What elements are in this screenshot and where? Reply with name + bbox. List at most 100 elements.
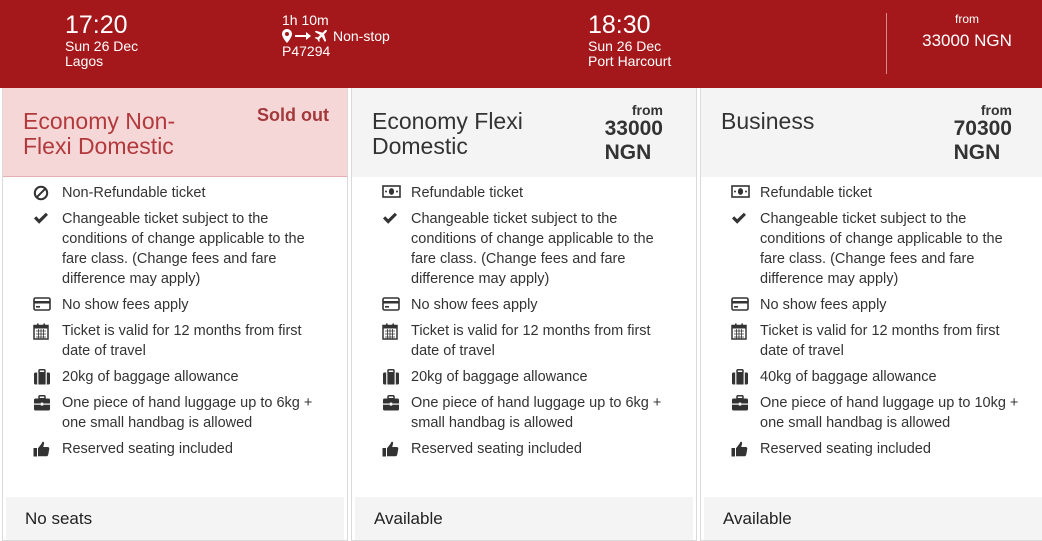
fare-features: Non-Refundable ticket Changeable ticket … [3,183,347,465]
feature-item: Changeable ticket subject to the conditi… [3,209,347,289]
flight-number: P47294 [282,43,331,59]
availability-bar[interactable]: Available [355,497,693,540]
price-currency: NGN [953,141,1001,164]
stops-label: Non-stop [333,28,390,44]
feature-item: 20kg of baggage allowance [3,367,347,387]
feature-text: Reserved seating included [62,441,233,457]
departure-time: 17:20 [65,11,128,39]
route-indicator: Non-stop [282,28,390,44]
feature-text: Ticket is valid for 12 months from first… [760,323,1000,359]
feature-text: Ticket is valid for 12 months from first… [62,323,302,359]
credit-card-icon [33,297,51,314]
fare-name: Business [721,108,815,134]
check-icon [33,211,51,228]
suitcase-icon [731,369,749,386]
feature-text: One piece of hand luggage up to 6kg + on… [62,395,313,431]
feature-item: One piece of hand luggage up to 6kg + sm… [352,393,696,433]
feature-item: Ticket is valid for 12 months from first… [352,321,696,361]
feature-text: Ticket is valid for 12 months from first… [411,323,651,359]
feature-item: No show fees apply [352,295,696,315]
price-from-label: from [980,102,1012,118]
money-icon [731,185,750,202]
availability-status: No seats [25,509,93,528]
feature-item: Refundable ticket [352,183,696,203]
feature-text: Refundable ticket [760,185,873,201]
check-icon [382,211,400,228]
arrival-time: 18:30 [588,11,651,39]
feature-item: One piece of hand luggage up to 10kg + o… [701,393,1042,433]
feature-item: One piece of hand luggage up to 6kg + on… [3,393,347,433]
feature-text: Changeable ticket subject to the conditi… [760,211,1003,287]
thumbs-up-icon [33,441,51,458]
feature-item: 20kg of baggage allowance [352,367,696,387]
suitcase-icon [382,369,400,386]
availability-bar: No seats [6,497,344,540]
lowest-price: 33000 NGN [922,31,1012,50]
feature-item: No show fees apply [701,295,1042,315]
calendar-icon [33,323,51,340]
departure-city: Lagos [65,53,104,69]
fare-price: from 33000 NGN [605,103,663,165]
price-amount: 70300 [953,117,1012,140]
feature-text: Reserved seating included [411,441,582,457]
thumbs-up-icon [382,441,400,458]
feature-item: Non-Refundable ticket [3,183,347,203]
feature-item: Reserved seating included [352,439,696,459]
flight-duration: 1h 10m [282,12,329,28]
feature-text: Refundable ticket [411,185,524,201]
availability-bar[interactable]: Available [704,497,1042,540]
check-icon [731,211,749,228]
feature-text: One piece of hand luggage up to 10kg + o… [760,395,1019,431]
ban-icon [33,185,51,202]
availability-status: Available [374,509,443,528]
feature-item: Ticket is valid for 12 months from first… [3,321,347,361]
arrival-date: Sun 26 Dec [588,38,662,54]
fare-option-economy-flexi[interactable]: Economy Flexi Domestic from 33000 NGN Re… [351,88,697,541]
money-icon [382,185,401,202]
feature-text: 40kg of baggage allowance [760,369,937,385]
fare-header: Economy Non-Flexi Domestic Sold out [3,88,347,177]
feature-item: Reserved seating included [701,439,1042,459]
price-currency: NGN [604,141,652,164]
price-from-label: from [631,102,663,118]
departure-date: Sun 26 Dec [65,38,139,54]
fare-header: Business from 70300 NGN [701,88,1042,177]
feature-text: Reserved seating included [760,441,931,457]
feature-text: No show fees apply [411,297,538,313]
feature-item: Refundable ticket [701,183,1042,203]
lowest-price-from-label: from [955,12,979,26]
fare-features: Refundable ticket Changeable ticket subj… [352,183,696,465]
feature-text: 20kg of baggage allowance [411,369,588,385]
calendar-icon [731,323,749,340]
fare-option-business[interactable]: Business from 70300 NGN Refundable ticke… [700,88,1042,541]
briefcase-icon [731,395,749,412]
feature-item: Changeable ticket subject to the conditi… [352,209,696,289]
feature-item: 40kg of baggage allowance [701,367,1042,387]
price-amount: 33000 [604,117,663,140]
feature-item: No show fees apply [3,295,347,315]
fare-price: from 70300 NGN [954,103,1012,165]
feature-text: Non-Refundable ticket [62,185,206,201]
header-divider [886,13,887,74]
credit-card-icon [731,297,749,314]
briefcase-icon [33,395,51,412]
thumbs-up-icon [731,441,749,458]
feature-text: 20kg of baggage allowance [62,369,239,385]
calendar-icon [382,323,400,340]
feature-item: Changeable ticket subject to the conditi… [701,209,1042,289]
fare-name: Economy Non-Flexi Domestic [23,108,176,159]
suitcase-icon [33,369,51,386]
feature-item: Reserved seating included [3,439,347,459]
fare-option-economy-non-flexi: Economy Non-Flexi Domestic Sold out Non-… [2,88,348,541]
feature-text: No show fees apply [760,297,887,313]
briefcase-icon [382,395,400,412]
feature-item: Ticket is valid for 12 months from first… [701,321,1042,361]
flight-summary-header: 17:20 Sun 26 Dec Lagos 1h 10m Non-stop P… [0,0,1042,88]
credit-card-icon [382,297,400,314]
availability-status: Available [723,509,792,528]
arrival-city: Port Harcourt [588,53,672,69]
airplane-icon [314,29,328,43]
fare-header: Economy Flexi Domestic from 33000 NGN [352,88,696,177]
feature-text: Changeable ticket subject to the conditi… [411,211,654,287]
feature-text: One piece of hand luggage up to 6kg + sm… [411,395,662,431]
